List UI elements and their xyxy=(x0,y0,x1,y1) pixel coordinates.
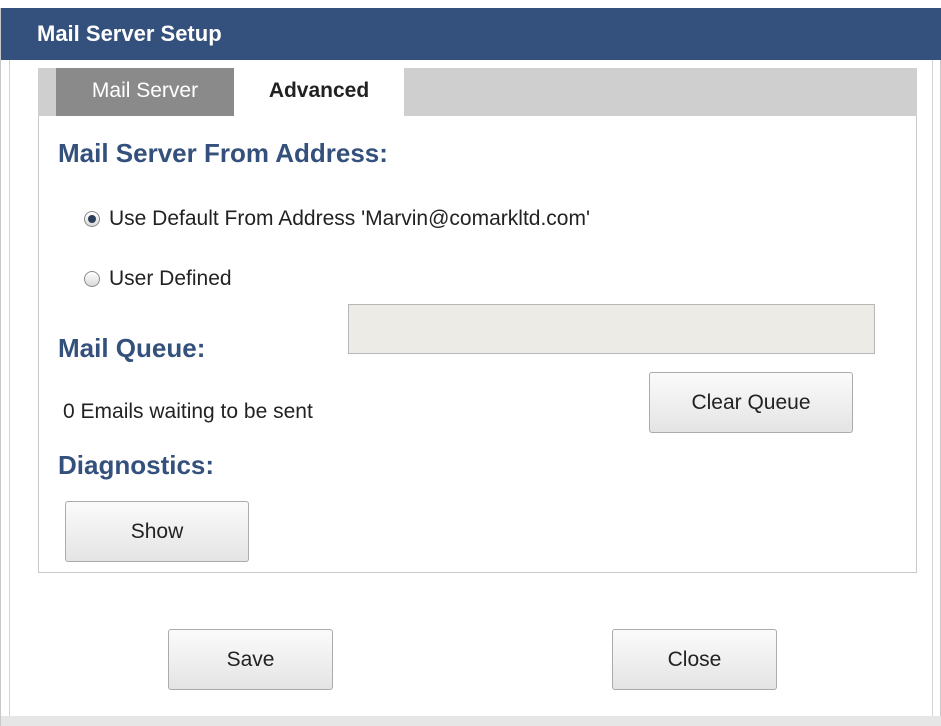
dialog-bottom-edge xyxy=(1,716,941,726)
user-defined-radio[interactable] xyxy=(84,271,100,287)
queue-status-text: 0 Emails waiting to be sent xyxy=(63,400,313,423)
dialog-title: Mail Server Setup xyxy=(1,8,941,60)
mail-server-setup-dialog: Mail Server Setup Mail Server Advanced M… xyxy=(0,8,941,726)
default-address-option[interactable]: Use Default From Address 'Marvin@comarkl… xyxy=(84,207,590,231)
user-defined-address-input[interactable] xyxy=(348,304,875,354)
diagnostics-heading: Diagnostics: xyxy=(58,450,215,480)
advanced-tab-panel: Mail Server From Address: Use Default Fr… xyxy=(38,116,917,573)
mail-queue-heading: Mail Queue: xyxy=(58,333,206,363)
default-address-label: Use Default From Address 'Marvin@comarkl… xyxy=(109,207,590,230)
show-diagnostics-button[interactable]: Show xyxy=(65,501,249,562)
user-defined-label: User Defined xyxy=(109,267,232,290)
tab-advanced[interactable]: Advanced xyxy=(234,68,404,117)
user-defined-option[interactable]: User Defined xyxy=(84,267,232,291)
save-button[interactable]: Save xyxy=(168,629,333,690)
dialog-body: Mail Server Advanced Mail Server From Ad… xyxy=(9,60,933,716)
close-button[interactable]: Close xyxy=(612,629,777,690)
clear-queue-button[interactable]: Clear Queue xyxy=(649,372,853,433)
tab-strip: Mail Server Advanced xyxy=(38,68,917,117)
tab-mail-server[interactable]: Mail Server xyxy=(56,68,234,116)
from-address-heading: Mail Server From Address: xyxy=(58,138,388,168)
default-address-radio[interactable] xyxy=(84,211,100,227)
